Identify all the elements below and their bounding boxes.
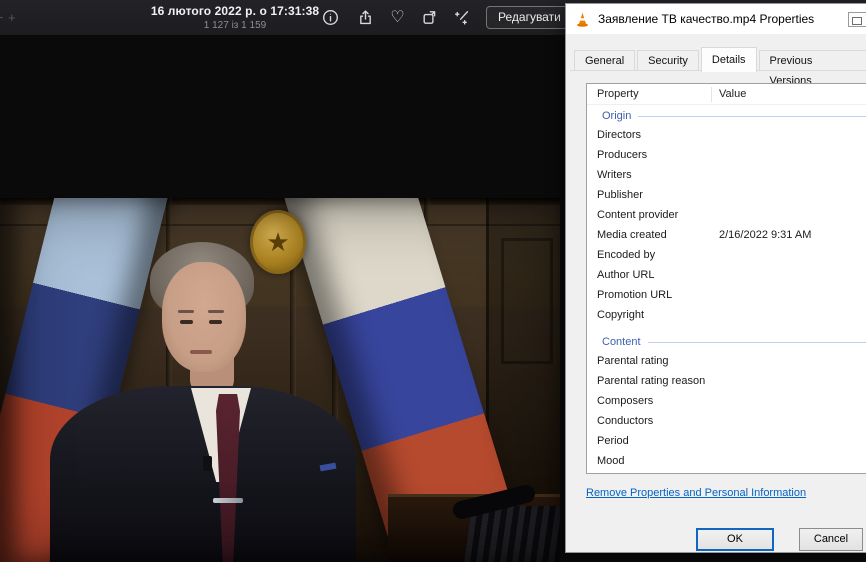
property-label: Promotion URL xyxy=(587,289,719,301)
property-row[interactable]: Parental rating reason xyxy=(587,371,866,391)
property-row[interactable]: Mood xyxy=(587,451,866,471)
property-row[interactable]: Composers xyxy=(587,391,866,411)
edit-button[interactable]: Редагувати xyxy=(486,6,573,29)
property-label: Copyright xyxy=(587,309,719,321)
speaker-hair xyxy=(150,242,254,318)
speaker-face xyxy=(162,262,246,372)
property-row[interactable]: Period xyxy=(587,431,866,451)
property-row[interactable]: Publisher xyxy=(587,185,866,205)
wood-panel-seam xyxy=(86,198,92,562)
zoom-in-icon[interactable]: + xyxy=(8,11,16,24)
property-label: Directors xyxy=(587,129,719,141)
tab-general[interactable]: General xyxy=(574,50,635,71)
property-label: Mood xyxy=(587,455,719,467)
speaker-shirt xyxy=(191,388,251,482)
speaker-suit xyxy=(50,386,356,562)
property-label: Author URL xyxy=(587,269,719,281)
close-button[interactable] xyxy=(848,12,866,27)
property-row[interactable]: Encoded by xyxy=(587,245,866,265)
info-icon[interactable] xyxy=(322,9,339,26)
property-label: Encoded by xyxy=(587,249,719,261)
wall-cornice xyxy=(0,198,560,205)
property-row[interactable]: Parental rating xyxy=(587,351,866,371)
property-row[interactable]: Directors xyxy=(587,125,866,145)
speaker-neck xyxy=(190,356,234,394)
property-label: Producers xyxy=(587,149,719,161)
wood-panel-seam xyxy=(332,198,338,562)
wood-panel-seam xyxy=(166,198,172,562)
dialog-title: Заявление ТВ качество.mp4 Properties xyxy=(598,12,814,26)
photo-meta: 16 лютого 2022 р. о 17:31:38 1 127 із 1 … xyxy=(150,4,320,31)
telephone-handset xyxy=(451,483,537,521)
properties-list[interactable]: Property Value Origin Directors Producer… xyxy=(586,83,866,474)
flagpole xyxy=(52,198,56,268)
speaker-eye xyxy=(209,320,222,324)
enhance-wand-icon[interactable] xyxy=(453,9,470,26)
property-label: Content provider xyxy=(587,209,719,221)
speaker-tie xyxy=(216,394,240,562)
property-label: Period xyxy=(587,435,719,447)
telephone xyxy=(464,506,560,562)
video-frame-image[interactable]: ★ xyxy=(0,198,560,562)
speaker-eye xyxy=(180,320,193,324)
property-value: 2/16/2022 9:31 AM xyxy=(719,229,866,241)
wood-door xyxy=(486,198,560,562)
speaker-eyebrow xyxy=(208,310,224,313)
russian-flag xyxy=(284,198,535,562)
tab-details[interactable]: Details xyxy=(701,47,757,72)
ok-button[interactable]: OK xyxy=(696,528,774,551)
photo-date-title: 16 лютого 2022 р. о 17:31:38 xyxy=(150,4,320,18)
property-row[interactable]: Writers xyxy=(587,165,866,185)
section-header-content: Content xyxy=(587,331,866,351)
desk xyxy=(388,494,560,562)
remove-properties-link[interactable]: Remove Properties and Personal Informati… xyxy=(586,487,806,499)
column-header-property[interactable]: Property xyxy=(587,87,712,102)
lapel-microphone xyxy=(203,456,212,471)
wall-molding xyxy=(0,224,560,226)
list-column-headers: Property Value xyxy=(587,84,866,105)
pocket-square xyxy=(320,463,337,472)
property-label: Parental rating reason xyxy=(587,375,719,387)
property-row[interactable]: Producers xyxy=(587,145,866,165)
tab-security[interactable]: Security xyxy=(637,50,699,71)
dialog-tabs: General Security Details Previous Versio… xyxy=(574,46,866,71)
properties-dialog: Заявление ТВ качество.mp4 Properties Gen… xyxy=(565,3,866,553)
property-row[interactable]: Media created2/16/2022 9:31 AM xyxy=(587,225,866,245)
section-header-origin: Origin xyxy=(587,105,866,125)
property-row[interactable]: Conductors xyxy=(587,411,866,431)
speaker-eyebrow xyxy=(178,310,194,313)
zoom-out-icon[interactable]: − xyxy=(0,11,4,24)
share-icon[interactable] xyxy=(357,9,374,26)
column-header-value[interactable]: Value xyxy=(712,88,746,100)
tie-clip xyxy=(213,498,243,503)
speaker-mouth xyxy=(190,350,212,354)
cancel-button[interactable]: Cancel xyxy=(799,528,863,551)
wood-panel-seam xyxy=(290,198,296,562)
tab-previous-versions[interactable]: Previous Versions xyxy=(759,50,866,71)
property-label: Writers xyxy=(587,169,719,181)
lnr-emblem: ★ xyxy=(250,210,306,274)
rotate-icon[interactable] xyxy=(421,9,438,26)
property-label: Conductors xyxy=(587,415,719,427)
property-row[interactable]: Copyright xyxy=(587,305,866,325)
wood-panel-seam xyxy=(424,198,430,562)
photo-position-indicator: 1 127 із 1 159 xyxy=(150,20,320,31)
vlc-icon xyxy=(574,11,591,28)
property-row[interactable]: Author URL xyxy=(587,265,866,285)
dialog-titlebar[interactable]: Заявление ТВ качество.mp4 Properties xyxy=(566,4,866,34)
property-label: Publisher xyxy=(587,189,719,201)
property-label: Composers xyxy=(587,395,719,407)
lnr-flag xyxy=(0,198,170,562)
property-row[interactable]: Content provider xyxy=(587,205,866,225)
property-row[interactable]: Promotion URL xyxy=(587,285,866,305)
favorite-icon[interactable]: ♡ xyxy=(389,9,406,26)
property-label: Media created xyxy=(587,229,719,241)
property-label: Parental rating xyxy=(587,355,719,367)
